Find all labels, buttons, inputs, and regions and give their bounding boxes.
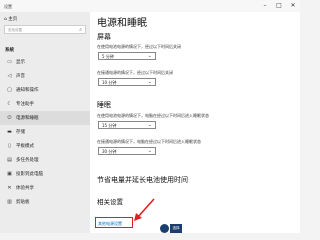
screen-plugged-label: 在接通电源的情况下，经过以下时间后关闭 bbox=[97, 70, 173, 75]
sidebar-item-label: 体验共享 bbox=[16, 186, 34, 191]
sleep-battery-label: 在使用电池电源的情况下，电脑在经过以下时间后进入睡眠状态 bbox=[97, 113, 209, 118]
dropdown-value: 15 分钟 bbox=[102, 123, 117, 128]
sleep-plugged-label: 在接通电源的情况下，电脑在经过以下时间后进入睡眠状态 bbox=[97, 139, 201, 144]
toggle-knob bbox=[160, 224, 169, 233]
sidebar-item-label: 专注助手 bbox=[16, 102, 34, 107]
power-icon: ⏻ bbox=[7, 115, 12, 121]
screen-heading: 屏幕 bbox=[97, 33, 111, 41]
dropdown-value: 10 分钟 bbox=[102, 80, 117, 85]
chevron-down-icon: ⌄ bbox=[147, 79, 152, 85]
chevron-down-icon: ⌄ bbox=[147, 148, 152, 154]
dropdown-value: 5 分钟 bbox=[102, 54, 114, 59]
speaker-icon: ◁ bbox=[7, 73, 12, 79]
chevron-down-icon: ⌄ bbox=[147, 122, 152, 128]
sidebar-item-label: 显示 bbox=[16, 60, 25, 65]
share-icon: ✕ bbox=[7, 185, 12, 191]
search-icon: ⌕ bbox=[79, 27, 82, 33]
maximize-icon[interactable]: □ bbox=[272, 0, 286, 12]
sidebar-item-label: 声音 bbox=[16, 74, 25, 79]
notification-icon: ▢ bbox=[7, 87, 12, 93]
clipboard-icon: ▥ bbox=[7, 199, 12, 205]
toggle-label: 选择 bbox=[170, 224, 182, 233]
sidebar-item-label: 多任务处理 bbox=[16, 158, 39, 163]
sidebar-item-label: 剪贴板 bbox=[16, 200, 30, 205]
home-link[interactable]: ⌂ 主页 bbox=[4, 16, 17, 22]
close-icon[interactable]: ✕ bbox=[286, 0, 300, 12]
sidebar: ⌂ 主页 查找设置 ⌕ 系统 ▭ 显示 ◁ 声音 ▢ 通知和操作 ☾ 专注助手 … bbox=[0, 12, 90, 233]
sidebar-item-storage[interactable]: ▬ 存储 bbox=[0, 125, 90, 139]
sidebar-item-shared-experiences[interactable]: ✕ 体验共享 bbox=[0, 181, 90, 195]
settings-window: 设置 – □ ✕ ⌂ 主页 查找设置 ⌕ 系统 ▭ 显示 ◁ 声音 ▢ 通知和操… bbox=[0, 0, 300, 233]
chevron-down-icon: ⌄ bbox=[147, 53, 152, 59]
screen-battery-dropdown[interactable]: 5 分钟 ⌄ bbox=[98, 52, 156, 60]
moon-icon: ☾ bbox=[7, 101, 12, 107]
sidebar-item-display[interactable]: ▭ 显示 bbox=[0, 55, 90, 69]
sleep-plugged-dropdown[interactable]: 30 分钟 ⌄ bbox=[98, 147, 156, 155]
screen-plugged-dropdown[interactable]: 10 分钟 ⌄ bbox=[98, 78, 156, 86]
sidebar-item-label: 投影到此电脑 bbox=[16, 172, 43, 177]
multitask-icon: ▤ bbox=[7, 157, 12, 163]
battery-section-heading: 节省电量并延长电池使用时间 bbox=[97, 176, 188, 184]
sidebar-item-focus-assist[interactable]: ☾ 专注助手 bbox=[0, 97, 90, 111]
search-input[interactable]: 查找设置 ⌕ bbox=[4, 25, 86, 34]
sidebar-item-sound[interactable]: ◁ 声音 bbox=[0, 69, 90, 83]
sidebar-item-label: 通知和操作 bbox=[16, 88, 39, 93]
additional-power-settings-link[interactable]: 其他电源设置 bbox=[98, 221, 122, 227]
home-label: 主页 bbox=[8, 17, 18, 22]
screen-battery-label: 在使用电池电源的情况下，经过以下时间后关闭 bbox=[97, 44, 181, 49]
main-content: 电源和睡眠 屏幕 在使用电池电源的情况下，经过以下时间后关闭 5 分钟 ⌄ 在接… bbox=[90, 12, 300, 233]
title-bar: 设置 – □ ✕ bbox=[0, 0, 300, 12]
window-title: 设置 bbox=[4, 4, 12, 9]
monitor-icon: ▭ bbox=[7, 59, 12, 65]
sidebar-item-label: 存储 bbox=[16, 130, 25, 135]
storage-icon: ▬ bbox=[7, 129, 12, 135]
sidebar-item-power-sleep[interactable]: ⏻ 电源和睡眠 bbox=[0, 111, 90, 125]
toggle-switch[interactable]: 选择 bbox=[160, 224, 182, 233]
sleep-heading: 睡眠 bbox=[97, 101, 111, 109]
related-settings-heading: 相关设置 bbox=[97, 198, 123, 206]
sidebar-item-multitasking[interactable]: ▤ 多任务处理 bbox=[0, 153, 90, 167]
sidebar-item-tablet-mode[interactable]: ▯ 平板模式 bbox=[0, 139, 90, 153]
sidebar-section-title: 系统 bbox=[5, 48, 14, 53]
search-placeholder: 查找设置 bbox=[8, 28, 22, 32]
tablet-icon: ▯ bbox=[8, 143, 11, 149]
annotation-arrow-icon bbox=[134, 198, 155, 221]
sidebar-item-clipboard[interactable]: ▥ 剪贴板 bbox=[0, 195, 90, 209]
sidebar-item-projecting[interactable]: ▣ 投影到此电脑 bbox=[0, 167, 90, 181]
dropdown-value: 30 分钟 bbox=[102, 149, 117, 154]
minimize-icon[interactable]: – bbox=[258, 0, 272, 12]
sleep-battery-dropdown[interactable]: 15 分钟 ⌄ bbox=[98, 121, 156, 129]
home-icon: ⌂ bbox=[4, 17, 7, 22]
page-title: 电源和睡眠 bbox=[97, 18, 147, 29]
sidebar-item-label: 平板模式 bbox=[16, 144, 34, 149]
projector-icon: ▣ bbox=[7, 171, 12, 177]
sidebar-item-notifications[interactable]: ▢ 通知和操作 bbox=[0, 83, 90, 97]
sidebar-item-label: 电源和睡眠 bbox=[16, 116, 39, 121]
